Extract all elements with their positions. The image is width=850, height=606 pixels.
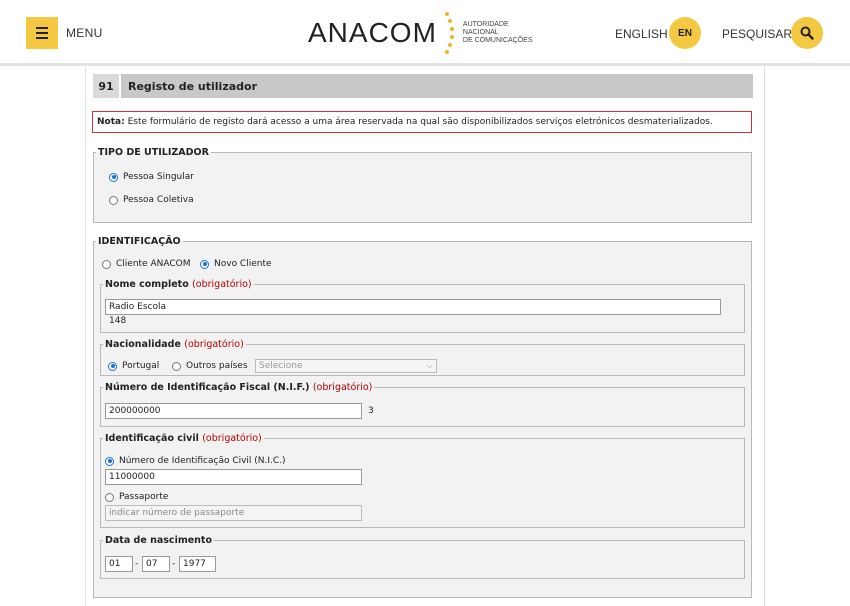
required-marker: (obrigatório): [312, 382, 373, 393]
full-name-legend: Nome completo: [105, 279, 189, 290]
nationality-legend: Nacionalidade: [105, 339, 181, 350]
radio-passaporte[interactable]: Passaporte: [105, 492, 168, 502]
radio-cliente-anacom[interactable]: Cliente ANACOM: [102, 259, 190, 269]
identification-legend: IDENTIFICAÇÃO: [98, 236, 181, 247]
radio-dot[interactable]: [105, 492, 114, 502]
nic-input[interactable]: 11000000: [105, 469, 362, 485]
radio-dot[interactable]: [108, 361, 117, 371]
note-box: Nota: Este formulário de registo dará ac…: [92, 111, 752, 133]
nif-input[interactable]: 200000000: [105, 403, 362, 419]
form-number: 91: [93, 74, 121, 98]
site-header: MENU ANACOM AUTORIDADE NACIONAL DE COMUN…: [0, 0, 850, 66]
date-separator: -: [135, 559, 139, 569]
birth-year-input[interactable]: 1977: [179, 556, 216, 572]
menu-button[interactable]: [26, 17, 58, 49]
required-marker: (obrigatório): [184, 339, 244, 350]
radio-outros-paises[interactable]: Outros países: [172, 361, 248, 371]
radio-dot[interactable]: [109, 195, 118, 205]
radio-nic[interactable]: Número de Identificação Civil (N.I.C.): [105, 456, 286, 466]
radio-dot[interactable]: [102, 259, 111, 269]
note-label: Nota:: [97, 117, 125, 127]
chevron-down-icon: ⌵: [426, 361, 433, 370]
required-marker: (obrigatório): [202, 433, 262, 444]
search-button[interactable]: [791, 17, 823, 49]
birth-day-input[interactable]: 01: [105, 556, 133, 572]
radio-portugal[interactable]: Portugal: [108, 361, 159, 371]
country-select[interactable]: Selecione ⌵: [255, 359, 437, 373]
search-label[interactable]: PESQUISAR: [722, 27, 792, 41]
birth-month-input[interactable]: 07: [142, 556, 170, 572]
radio-pessoa-coletiva[interactable]: Pessoa Coletiva: [109, 195, 194, 205]
radio-pessoa-singular[interactable]: Pessoa Singular: [109, 172, 194, 182]
logo-subtitle: AUTORIDADE NACIONAL DE COMUNICAÇÕES: [462, 21, 533, 44]
full-name-char-counter: 148: [109, 316, 127, 326]
radio-dot[interactable]: [109, 172, 118, 182]
search-icon: [800, 26, 814, 40]
logo-dots-icon: [443, 12, 457, 54]
radio-dot[interactable]: [172, 361, 181, 371]
radio-dot[interactable]: [200, 259, 209, 269]
note-text: Este formulário de registo dará acesso a…: [124, 117, 713, 127]
radio-dot[interactable]: [105, 456, 114, 466]
user-type-legend: TIPO DE UTILIZADOR: [98, 147, 209, 158]
menu-label[interactable]: MENU: [66, 26, 103, 40]
logo-text: ANACOM: [308, 17, 437, 48]
birth-date-legend: Data de nascimento: [105, 535, 212, 546]
nif-legend: Número de Identificação Fiscal (N.I.F.): [105, 382, 310, 393]
required-marker: (obrigatório): [192, 279, 252, 290]
passport-input[interactable]: indicar número de passaporte: [105, 505, 362, 521]
user-type-fieldset: TIPO DE UTILIZADOR: [93, 147, 752, 223]
nif-char-counter: 3: [368, 406, 374, 416]
form-title-bar: 91 Registo de utilizador: [93, 74, 753, 98]
hamburger-icon: [36, 27, 48, 29]
full-name-input[interactable]: Radio Escola: [105, 299, 721, 315]
language-button[interactable]: EN: [669, 17, 701, 49]
radio-novo-cliente[interactable]: Novo Cliente: [200, 259, 272, 269]
date-separator: -: [172, 559, 176, 569]
civil-id-legend: Identificação civil: [105, 433, 199, 444]
anacom-logo[interactable]: ANACOM AUTORIDADE NACIONAL DE COMUNICAÇÕ…: [308, 12, 533, 54]
form-title: Registo de utilizador: [128, 79, 258, 93]
language-label[interactable]: ENGLISH: [615, 27, 668, 41]
